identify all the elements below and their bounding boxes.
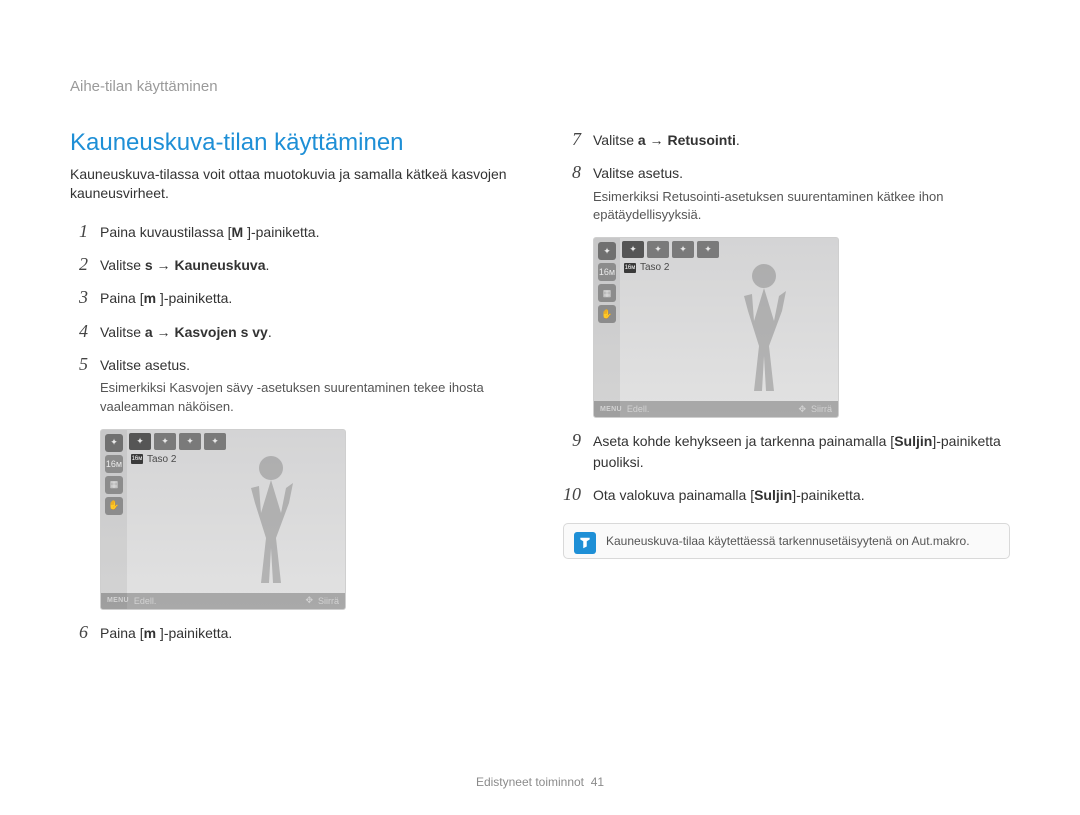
step-number: 3 xyxy=(70,287,88,308)
right-column: 7 Valitse a → Retusointi. 8 Valitse asetus.… xyxy=(563,129,1010,655)
level-badge: 16м xyxy=(131,454,143,464)
step-item: 6 Paina [m ]-painiketta. xyxy=(70,622,517,643)
face-tone-icon: ✦ xyxy=(598,242,616,260)
breadcrumb: Aihe-tilan käyttäminen xyxy=(70,78,1010,95)
footer-page: 41 xyxy=(591,775,604,789)
step-text: Ota valokuva painamalla [Suljin]-painike… xyxy=(593,485,1010,505)
step-number: 2 xyxy=(70,254,88,275)
step-text: Valitse a → Retusointi. xyxy=(593,130,1010,150)
step-text: Aseta kohde kehykseen ja tarkenna painam… xyxy=(593,431,1010,472)
stabilize-icon: ✋ xyxy=(598,305,616,323)
step-item: 5 Valitse asetus.Esimerkiksi Kasvojen säv… xyxy=(70,354,517,417)
step-number: 4 xyxy=(70,321,88,342)
preview-back-label: Edell. xyxy=(134,596,157,606)
level-chips: ✦ ✦ ✦ ✦ xyxy=(622,241,719,258)
silhouette-icon xyxy=(231,448,311,588)
step-item: 9 Aseta kohde kehykseen ja tarkenna paina… xyxy=(563,430,1010,472)
level-chip: ✦ xyxy=(672,241,694,258)
right-step-list-a: 7 Valitse a → Retusointi. 8 Valitse asetus.… xyxy=(563,129,1010,225)
step-item: 1 Paina kuvaustilassa [M ]-painiketta. xyxy=(70,221,517,242)
camera-preview: ✦ 16м ▦ ✋ ✦ ✦ ✦ ✦ 16м Taso 2 xyxy=(593,237,839,418)
nav-icon: ✥ xyxy=(798,404,806,415)
stabilize-icon: ✋ xyxy=(105,497,123,515)
right-step-list-b: 9 Aseta kohde kehykseen ja tarkenna paina… xyxy=(563,430,1010,505)
left-column: Kauneuskuva-tilan käyttäminen Kauneuskuv… xyxy=(70,129,517,655)
level-label: Taso 2 xyxy=(640,262,669,273)
intro-text: Kauneuskuva-tilassa voit ottaa muotokuvi… xyxy=(70,165,517,203)
preview-move-label: Siirrä xyxy=(811,404,832,414)
step-number: 6 xyxy=(70,622,88,643)
step-item: 4 Valitse a → Kasvojen s vy. xyxy=(70,321,517,342)
left-step-list-cont: 6 Paina [m ]-painiketta. xyxy=(70,622,517,643)
preview-move-label: Siirrä xyxy=(318,596,339,606)
nav-icon: ✥ xyxy=(305,595,313,606)
step-text: Valitse a → Kasvojen s vy. xyxy=(100,322,517,342)
step-text: Paina [m ]-painiketta. xyxy=(100,623,517,643)
menu-label: MENU xyxy=(600,406,622,413)
footer-section: Edistyneet toiminnot xyxy=(476,775,584,789)
step-number: 8 xyxy=(563,162,581,183)
step-number: 10 xyxy=(563,484,581,505)
level-label: Taso 2 xyxy=(147,454,176,465)
grid-icon: ▦ xyxy=(598,284,616,302)
step-subtext: Esimerkiksi Retusointi-asetuksen suurent… xyxy=(593,188,1010,226)
menu-label: MENU xyxy=(107,597,129,604)
level-chip: ✦ xyxy=(647,241,669,258)
step-number: 5 xyxy=(70,354,88,375)
step-number: 7 xyxy=(563,129,581,150)
step-number: 1 xyxy=(70,221,88,242)
section-title: Kauneuskuva-tilan käyttäminen xyxy=(70,129,517,157)
step-item: 3 Paina [m ]-painiketta. xyxy=(70,287,517,308)
level-chip: ✦ xyxy=(697,241,719,258)
size-icon: 16м xyxy=(598,263,616,281)
step-item: 10 Ota valokuva painamalla [Suljin]-paini… xyxy=(563,484,1010,505)
step-text: Valitse s → Kauneuskuva. xyxy=(100,255,517,275)
silhouette-icon xyxy=(724,256,804,396)
camera-preview: ✦ 16м ▦ ✋ ✦ ✦ ✦ ✦ 16м Taso 2 xyxy=(100,429,346,610)
grid-icon: ▦ xyxy=(105,476,123,494)
face-tone-icon: ✦ xyxy=(105,434,123,452)
step-text: Valitse asetus.Esimerkiksi Kasvojen sävy… xyxy=(100,355,517,417)
preview-back-label: Edell. xyxy=(627,404,650,414)
info-icon xyxy=(574,532,596,554)
step-item: 7 Valitse a → Retusointi. xyxy=(563,129,1010,150)
note-text: Kauneuskuva-tilaa käytettäessä tarkennus… xyxy=(606,534,970,548)
left-step-list: 1 Paina kuvaustilassa [M ]-painiketta. 2 Va… xyxy=(70,221,517,417)
step-text: Valitse asetus.Esimerkiksi Retusointi-as… xyxy=(593,163,1010,225)
level-chip: ✦ xyxy=(622,241,644,258)
step-item: 2 Valitse s → Kauneuskuva. xyxy=(70,254,517,275)
page-footer: Edistyneet toiminnot 41 xyxy=(0,775,1080,789)
step-text: Paina [m ]-painiketta. xyxy=(100,288,517,308)
level-chips: ✦ ✦ ✦ ✦ xyxy=(129,433,226,450)
size-icon: 16м xyxy=(105,455,123,473)
step-subtext: Esimerkiksi Kasvojen sävy -asetuksen suu… xyxy=(100,379,517,417)
step-text: Paina kuvaustilassa [M ]-painiketta. xyxy=(100,222,517,242)
level-chip: ✦ xyxy=(154,433,176,450)
level-chip: ✦ xyxy=(129,433,151,450)
level-chip: ✦ xyxy=(179,433,201,450)
step-item: 8 Valitse asetus.Esimerkiksi Retusointi-a… xyxy=(563,162,1010,225)
level-badge: 16м xyxy=(624,263,636,273)
level-chip: ✦ xyxy=(204,433,226,450)
note-box: Kauneuskuva-tilaa käytettäessä tarkennus… xyxy=(563,523,1010,559)
step-number: 9 xyxy=(563,430,581,451)
